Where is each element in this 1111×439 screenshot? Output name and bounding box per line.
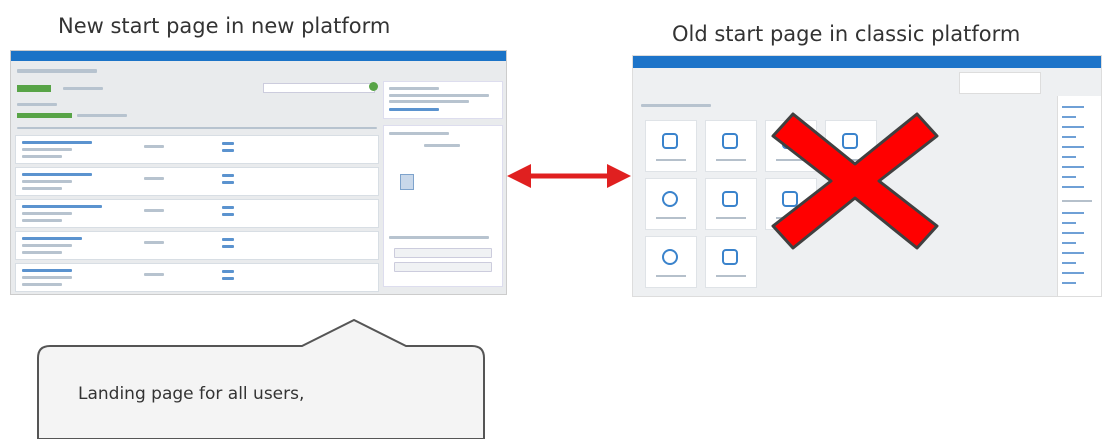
new-start-page-screenshot (10, 50, 507, 295)
double-headed-arrow-icon (507, 164, 631, 188)
new-platform-title: New start page in new platform (58, 14, 391, 38)
old-platform-title: Old start page in classic platform (672, 22, 1021, 46)
callout-bubble (37, 318, 485, 439)
calendar-panel (383, 125, 503, 287)
red-x-cross-icon (771, 112, 939, 250)
callout-text: Landing page for all users, (78, 384, 305, 404)
new-platform-top-bar (11, 51, 506, 61)
classic-platform-top-bar (633, 56, 1101, 68)
